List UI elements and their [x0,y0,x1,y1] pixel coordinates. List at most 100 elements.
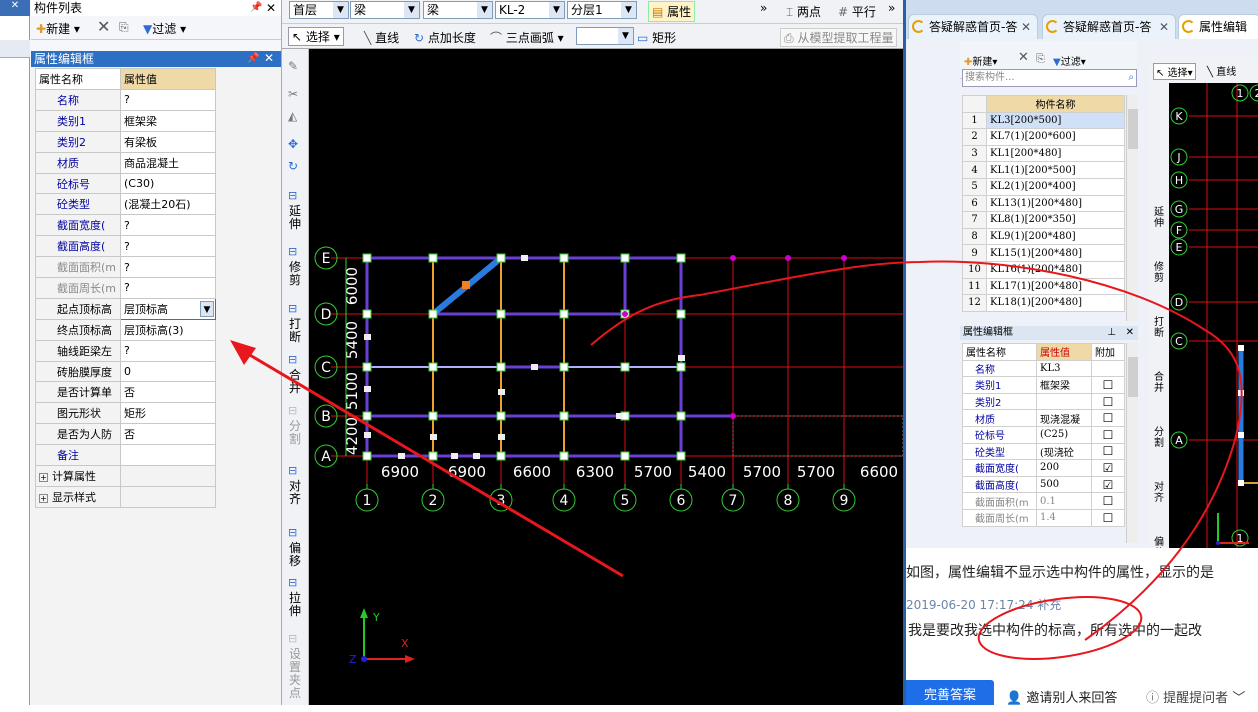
line-button[interactable]: ╲ 直线 [364,29,399,46]
rotate-icon[interactable]: ↻ [288,159,298,173]
inner-property-checkbox[interactable]: ☐ [1092,410,1125,427]
rect-button[interactable]: ▭ 矩形 [637,29,676,46]
inner-property-row[interactable]: 截面面积(m0.1☐ [963,493,1125,510]
close-icon[interactable]: ✕ [1159,15,1169,39]
property-row[interactable]: 类别2有梁板 [36,131,216,152]
property-row[interactable]: 材质商品混凝土 [36,152,216,173]
inner-list-scrollbar[interactable] [1126,95,1138,321]
list-item[interactable]: 3KL1[200*480] [963,145,1125,162]
floor-select[interactable]: 首层▼ [289,1,349,19]
property-row[interactable]: 是否计算单否 [36,382,216,403]
extract-quantity-button[interactable]: ⎙ 从模型提取工程量 [780,28,897,47]
tool-icon[interactable]: ⊟ [288,189,297,202]
tool-icon[interactable]: ⊟ [288,526,297,539]
inner-property-row[interactable]: 类别1框架梁☐ [963,377,1125,394]
new-button[interactable]: ✚新建 ▾ [36,20,80,37]
expand-icon[interactable]: + [39,473,48,482]
inner-line-button[interactable]: ╲ 直线 [1207,63,1236,78]
vtool-7[interactable]: 拉伸 [288,592,302,618]
list-item[interactable]: 5KL2(1)[200*400] [963,178,1125,195]
inner-property-row[interactable]: 名称KL3 [963,360,1125,377]
property-row[interactable]: 砖胎膜厚度0 [36,361,216,382]
inner-new-button[interactable]: ✚新建▾ [964,53,997,68]
list-item[interactable]: 11KL17(1)[200*480] [963,278,1125,295]
list-item[interactable]: 8KL9(1)[200*480] [963,228,1125,245]
pen-icon[interactable]: ✎ [288,59,298,73]
browser-tab-2[interactable]: 答疑解惑首页-答✕ [1042,14,1176,39]
tool-icon[interactable]: ⊟ [288,353,297,366]
property-row[interactable]: 终点顶标高层顶标高(3) [36,319,216,340]
close-icon[interactable]: ✕ [264,51,274,65]
inner-property-row[interactable]: 截面宽度(200☑ [963,460,1125,477]
inner-vtool-0[interactable]: 延伸 [1152,207,1166,229]
browser-tab-3[interactable]: 属性编辑 [1178,14,1258,39]
pin-icon[interactable]: 📌 [247,53,259,64]
tool-icon[interactable]: ⊟ [288,245,297,258]
close-icon[interactable]: ✕ [1021,15,1031,39]
property-value[interactable]: ? [121,236,216,257]
close-icon[interactable]: ✕ [0,0,30,16]
select-button[interactable]: ↖ 选择 ▾ [288,27,344,46]
property-row[interactable]: +计算属性 [36,466,216,487]
vtool-4[interactable]: 分割 [288,420,302,446]
list-item[interactable]: 9KL15(1)[200*480] [963,245,1125,262]
inner-property-checkbox[interactable]: ☑ [1092,476,1125,493]
property-value[interactable]: 层顶标高▼ [121,298,216,319]
cad-drawing[interactable]: EDCBA12345678960005400510042006900690066… [309,49,903,705]
inner-property-checkbox[interactable]: ☐ [1092,443,1125,460]
arc-button[interactable]: ⌒ 三点画弧 ▾ [490,29,564,46]
close-icon[interactable]: ✕ [266,1,276,15]
property-value[interactable]: 框架梁 [121,110,216,131]
property-value[interactable]: 否 [121,382,216,403]
tool-icon[interactable]: ⊟ [288,632,297,645]
vtool-6[interactable]: 偏移 [288,542,302,568]
vtool-8[interactable]: 设置夹点 [288,648,302,700]
list-item[interactable]: 2KL7(1)[200*600] [963,129,1125,146]
type1-select[interactable]: 梁▼ [350,1,420,19]
pin-icon[interactable]: ⊥ [1107,326,1116,340]
vtool-1[interactable]: 修剪 [288,261,302,287]
inner-property-row[interactable]: 截面高度(500☑ [963,476,1125,493]
tool-icon[interactable]: ⊟ [288,404,297,417]
component-select[interactable]: KL-2▼ [495,1,565,19]
inner-vtool-4[interactable]: 分割 [1152,427,1166,449]
property-value[interactable]: (混凝土20石) [121,194,216,215]
property-row[interactable]: 图元形状矩形 [36,403,216,424]
list-item[interactable]: 4KL1(1)[200*500] [963,162,1125,179]
inner-property-row[interactable]: 类别2☐ [963,393,1125,410]
chevron-down-icon[interactable]: ▼ [200,301,214,317]
copy-icon[interactable]: ⎘ [119,20,129,35]
property-value[interactable] [121,486,216,507]
property-value[interactable]: 层顶标高(3) [121,319,216,340]
property-value[interactable]: 否 [121,424,216,445]
remind-button[interactable]: ⓘ 提醒提问者 ﹀ [1146,687,1245,706]
close-icon[interactable]: ✕ [1126,326,1134,340]
vtool-3[interactable]: 合并 [288,369,302,395]
two-point-button[interactable]: ⌶ 两点 [786,3,821,20]
properties-button[interactable]: ▤ 属性 [648,1,695,22]
list-item[interactable]: 6KL13(1)[200*480] [963,195,1125,212]
property-row[interactable]: +显示样式 [36,486,216,507]
inner-search-input[interactable]: 搜索构件... ⌕ [962,69,1137,87]
inner-vtool-6[interactable]: 偏移 [1152,537,1166,548]
property-row[interactable]: 截面周长(m? [36,278,216,299]
property-value[interactable]: ? [121,278,216,299]
property-value[interactable] [121,466,216,487]
complete-answer-button[interactable]: 完善答案 [906,680,994,705]
inner-property-row[interactable]: 截面周长(m1.4☐ [963,509,1125,526]
point-length-button[interactable]: ↻ 点加长度 [414,29,476,46]
property-row[interactable]: 截面高度(? [36,236,216,257]
inner-property-checkbox[interactable] [1092,360,1125,377]
inner-select-button[interactable]: ↖ 选择▾ [1153,63,1196,80]
property-value[interactable]: 有梁板 [121,131,216,152]
tool-icon[interactable]: ⊟ [288,302,297,315]
property-value[interactable]: ? [121,257,216,278]
cad-canvas[interactable]: EDCBA12345678960005400510042006900690066… [309,49,903,705]
property-value[interactable]: ? [121,215,216,236]
inner-property-checkbox[interactable]: ☐ [1092,493,1125,510]
inner-property-row[interactable]: 砼类型(现浇砼☐ [963,443,1125,460]
inner-vtool-5[interactable]: 对齐 [1152,482,1166,504]
list-item[interactable]: 10KL16(1)[200*480] [963,261,1125,278]
inner-prop-scrollbar[interactable] [1126,343,1138,543]
inner-property-checkbox[interactable]: ☑ [1092,460,1125,477]
